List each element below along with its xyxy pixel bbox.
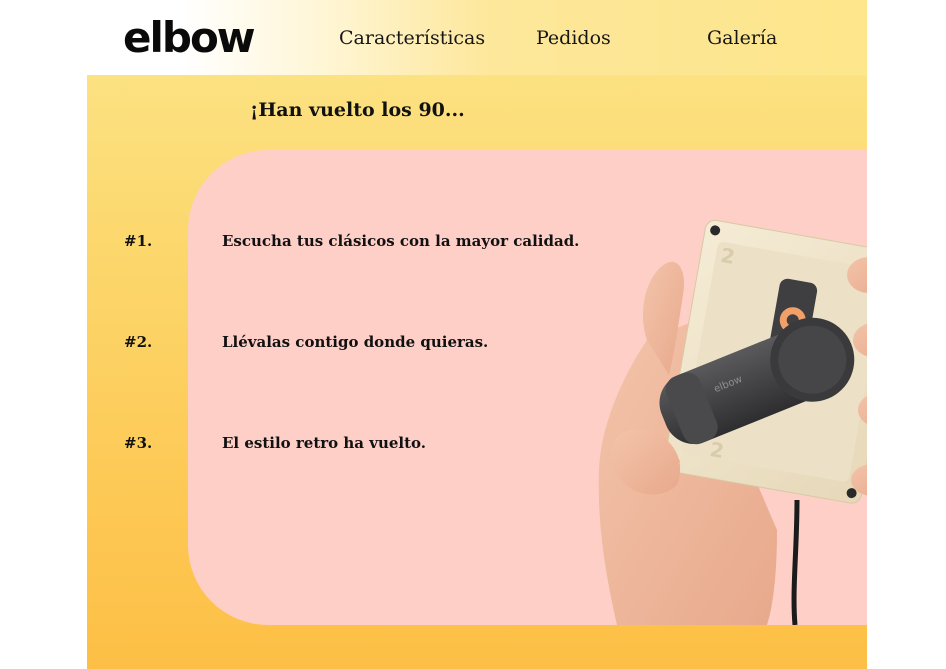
feature-text-3: El estilo retro ha vuelto. — [222, 434, 427, 452]
nav-link-pedidos[interactable]: Pedidos — [536, 26, 611, 50]
nav-link-galeria[interactable]: Galería — [707, 26, 777, 50]
feature-number-2: #2. — [124, 333, 153, 351]
hand-holding-cassette-player-image: 2 2 elbow — [598, 219, 867, 625]
feature-number-3: #3. — [124, 434, 153, 452]
top-navigation: elbow Características Pedidos Galería — [87, 0, 867, 75]
feature-number-1: #1. — [124, 232, 153, 250]
hero-headline: ¡Han vuelto los 90... — [250, 99, 465, 121]
feature-text-2: Llévalas contigo donde quieras. — [222, 333, 489, 351]
page: elbow Características Pedidos Galería ¡H… — [87, 0, 867, 669]
brand-logo[interactable]: elbow — [123, 14, 256, 62]
nav-link-caracteristicas[interactable]: Características — [339, 26, 485, 50]
